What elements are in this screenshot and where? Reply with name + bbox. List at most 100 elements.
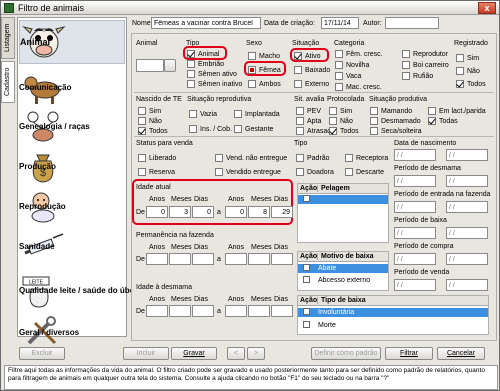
tipo-semen-inativo-checkbox[interactable]: Sêmen inativo <box>187 80 242 88</box>
protocolada-sim-checkbox[interactable]: Sim <box>329 107 352 115</box>
nascido-te-todos-checkbox[interactable]: Todos <box>138 127 168 135</box>
list-item[interactable]: Morte <box>298 321 488 330</box>
entrada-from-input[interactable] <box>394 201 436 213</box>
tipo-semen-ativo-checkbox[interactable]: Sêmen ativo <box>187 70 237 78</box>
excluir-button[interactable]: Excluir <box>19 347 65 360</box>
idade-a-anos-input[interactable] <box>225 206 247 218</box>
idade-a-dias-input[interactable] <box>271 206 293 218</box>
pelagem-selected-row[interactable] <box>298 195 388 204</box>
category-reproducao[interactable]: Reprodução <box>19 184 125 228</box>
compra-to-input[interactable] <box>446 253 488 265</box>
gravar-button[interactable]: Gravar <box>171 347 217 360</box>
incluir-button[interactable]: Incluir <box>123 347 169 360</box>
author-input[interactable] <box>385 17 439 29</box>
sit-repro-implantada-checkbox[interactable]: Implantada <box>234 110 280 118</box>
protocolada-todos-checkbox[interactable]: Todos <box>329 127 359 135</box>
categoria-vaca-checkbox[interactable]: Vaca <box>335 72 361 80</box>
entrada-to-input[interactable] <box>446 201 488 213</box>
registrado-sim-checkbox[interactable]: Sim <box>456 54 479 62</box>
categoria-novilha-checkbox[interactable]: Novilha <box>335 61 369 69</box>
desmama-a-anos-input[interactable] <box>225 305 247 317</box>
tipo-embriao-checkbox[interactable]: Embrião <box>187 60 224 68</box>
perm-de-dias-input[interactable] <box>192 253 214 265</box>
nascimento-from-input[interactable] <box>394 149 436 161</box>
motivo-baixa-list[interactable]: Ação Motivo de baixa Abate Abcesso extern… <box>297 251 389 291</box>
nascimento-to-input[interactable] <box>446 149 488 161</box>
category-genealogia[interactable]: Genealogia / raças <box>19 104 125 148</box>
perm-a-dias-input[interactable] <box>271 253 293 265</box>
desmama-a-meses-input[interactable] <box>248 305 270 317</box>
categoria-mac-cresc-checkbox[interactable]: Mac. cresc. <box>335 83 382 91</box>
tipo2-padrao-checkbox[interactable]: Padrão <box>296 154 330 162</box>
desmama-to-input[interactable] <box>446 175 488 187</box>
sit-repro-vazia-checkbox[interactable]: Vazia <box>189 110 217 118</box>
baixa-from-input[interactable] <box>394 227 436 239</box>
registrado-nao-checkbox[interactable]: Não <box>456 67 480 75</box>
list-item[interactable]: Abcesso externo <box>298 276 388 285</box>
sexo-ambos-checkbox[interactable]: Ambos <box>248 80 281 88</box>
filtrar-button[interactable]: Filtrar <box>385 347 433 360</box>
sit-prod-seca-checkbox[interactable]: Seca/solteira <box>370 127 421 135</box>
next-button[interactable]: > <box>247 347 265 360</box>
idade-de-anos-input[interactable] <box>146 206 168 218</box>
idade-de-dias-input[interactable] <box>192 206 214 218</box>
protocolada-nao-checkbox[interactable]: Não <box>329 117 353 125</box>
sit-prod-todas-checkbox[interactable]: Todas <box>428 117 458 125</box>
category-sanidade[interactable]: Sanidade <box>19 224 125 268</box>
tipo2-descarte-checkbox[interactable]: Descarte <box>345 168 384 176</box>
nascido-te-sim-checkbox[interactable]: Sim <box>138 107 161 115</box>
perm-a-anos-input[interactable] <box>225 253 247 265</box>
list-item[interactable]: Abate <box>298 264 388 273</box>
sit-repro-ins-cob-checkbox[interactable]: Ins. / Cob. <box>189 125 232 133</box>
baixa-to-input[interactable] <box>446 227 488 239</box>
pelagem-list[interactable]: Ação Pelagem <box>297 183 389 243</box>
nascido-te-nao-checkbox[interactable]: Não <box>138 117 162 125</box>
tab-listagem[interactable]: Listagem <box>1 17 15 59</box>
tipo2-doadora-checkbox[interactable]: Doadora <box>296 168 334 176</box>
animal-lookup-button[interactable] <box>164 59 176 72</box>
desmama-a-dias-input[interactable] <box>271 305 293 317</box>
name-input[interactable] <box>151 17 261 29</box>
compra-from-input[interactable] <box>394 253 436 265</box>
venda-nao-entregue-checkbox[interactable]: Vend. não entregue <box>215 154 287 162</box>
sit-aval-apta-checkbox[interactable]: Apta <box>296 117 321 125</box>
categoria-fem-cresc-checkbox[interactable]: Fêm. cresc. <box>335 50 383 58</box>
desmama-de-meses-input[interactable] <box>169 305 191 317</box>
tipo2-receptora-checkbox[interactable]: Receptora <box>345 154 388 162</box>
idade-de-meses-input[interactable] <box>169 206 191 218</box>
desmama-from-input[interactable] <box>394 175 436 187</box>
categoria-boi-carreiro-checkbox[interactable]: Boi carreiro <box>402 61 449 69</box>
category-qualidade-leite[interactable]: LEITE Qualidade leite / saúde do úbere <box>19 268 142 312</box>
sexo-macho-checkbox[interactable]: Macho <box>248 52 280 60</box>
situacao-baixado-checkbox[interactable]: Baixado <box>294 66 330 74</box>
venda-from-input[interactable] <box>394 279 436 291</box>
close-button[interactable]: x <box>478 2 496 14</box>
list-item[interactable]: Involuntária <box>298 308 488 317</box>
previous-button[interactable]: < <box>227 347 245 360</box>
registrado-todos-checkbox[interactable]: Todos <box>456 80 486 88</box>
perm-a-meses-input[interactable] <box>248 253 270 265</box>
venda-liberado-checkbox[interactable]: Liberado <box>138 154 176 162</box>
venda-entregue-checkbox[interactable]: Vendido entregue <box>215 168 281 176</box>
venda-reserva-checkbox[interactable]: Reserva <box>138 168 175 176</box>
category-animal[interactable]: Animal <box>19 20 125 64</box>
sit-aval-pev-checkbox[interactable]: PEV <box>296 107 321 115</box>
idade-a-meses-input[interactable] <box>248 206 270 218</box>
perm-de-meses-input[interactable] <box>169 253 191 265</box>
venda-to-input[interactable] <box>446 279 488 291</box>
categoria-rufiao-checkbox[interactable]: Rufião <box>402 72 433 80</box>
sit-prod-mamando-checkbox[interactable]: Mamando <box>370 107 412 115</box>
situacao-externo-checkbox[interactable]: Externo <box>294 80 329 88</box>
creation-date-input[interactable] <box>321 17 359 29</box>
tab-cadastro[interactable]: Cadastro <box>1 61 15 103</box>
category-comunicacao[interactable]: Comunicação <box>19 65 125 109</box>
categoria-reprodutor-checkbox[interactable]: Reprodutor <box>402 50 448 58</box>
cancelar-button[interactable]: Cancelar <box>437 347 485 360</box>
desmama-de-dias-input[interactable] <box>192 305 214 317</box>
animal-input[interactable] <box>136 59 164 72</box>
tipo-baixa-list[interactable]: Ação Tipo de baixa Involuntária Morte <box>297 295 489 335</box>
perm-de-anos-input[interactable] <box>146 253 168 265</box>
sit-repro-gestante-checkbox[interactable]: Gestante <box>234 125 273 133</box>
sit-prod-lactacao-checkbox[interactable]: Em lact./parida <box>428 107 486 115</box>
definir-padrao-button[interactable]: Definir como padrão <box>311 347 381 360</box>
